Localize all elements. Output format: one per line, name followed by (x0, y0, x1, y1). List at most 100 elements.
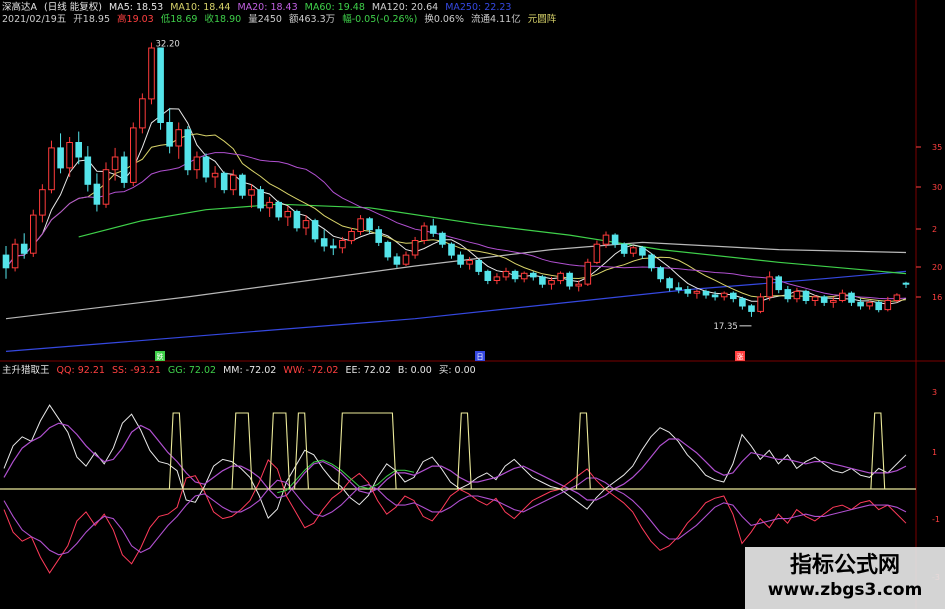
candle-body-up (348, 231, 355, 242)
candle (284, 206, 292, 227)
candle (866, 300, 873, 310)
candle (39, 184, 46, 223)
axis-tick-label: 16 (932, 293, 942, 302)
period-marker-label: 跌 (157, 352, 164, 361)
bar-change: 幅-0.05(-0.26%) (342, 14, 418, 25)
candle-body-up (502, 270, 510, 278)
candle (266, 196, 273, 217)
candle (730, 291, 737, 303)
bar-volume: 量2450 (248, 14, 282, 25)
candle (57, 133, 64, 174)
candle-body-down (748, 305, 755, 312)
candle (11, 238, 19, 272)
candle-body-down (375, 229, 382, 243)
candle (175, 122, 182, 159)
candle-body-up (584, 261, 592, 285)
candle-body-down (320, 238, 328, 247)
candle-body-down (657, 267, 664, 280)
candle-body-up (839, 292, 846, 302)
candle-body-down (393, 256, 401, 265)
candle-body-down (484, 270, 492, 281)
candle (530, 271, 537, 281)
mm-value: MM: -72.02 (223, 365, 277, 376)
candle-body-down (257, 189, 264, 209)
candle-body-up (720, 292, 728, 298)
bar-high: 高19.03 (117, 14, 154, 25)
candle-body-down (639, 247, 646, 256)
candle (330, 238, 337, 256)
watermark-url: www.zbgs3.com (767, 580, 923, 600)
candle-body-up (339, 240, 346, 249)
indicator-name[interactable]: 主升猎取王 (2, 365, 50, 376)
candle (566, 271, 573, 290)
candle-body-down (120, 156, 128, 183)
candle-body-down (448, 243, 455, 256)
candle-body-up (593, 243, 601, 263)
candle (720, 291, 728, 301)
candle-body-down (775, 276, 783, 291)
candle (211, 166, 219, 188)
bar-date: 2021/02/19五 (2, 14, 67, 25)
indicator-header: 主升猎取王 QQ: 92.21 SS: -93.21 GG: 72.02 MM:… (2, 365, 480, 377)
candle (748, 304, 755, 317)
candle (439, 231, 446, 248)
candle (557, 271, 564, 285)
timeframe-label[interactable]: (日线 能复权) (44, 2, 102, 13)
candle (75, 131, 83, 165)
candle (639, 246, 646, 259)
candle-body-down (275, 201, 282, 218)
candle (202, 153, 210, 183)
candle-body-down (20, 243, 28, 254)
period-marker-label: 日 (477, 353, 484, 361)
candle-body-down (511, 270, 519, 280)
candle-body-down (684, 289, 692, 294)
candle (348, 227, 355, 245)
candle (148, 42, 155, 105)
candle-body-up (766, 276, 773, 298)
ee-value: EE: 72.02 (345, 365, 391, 376)
candle-body-down (366, 218, 373, 231)
bar-turnover: 换0.06% (424, 14, 465, 25)
candle-body-down (2, 254, 10, 269)
candle-body-down (530, 272, 537, 278)
candle-body-down (802, 290, 810, 301)
ma120-label: MA120: 20.64 (371, 2, 439, 13)
candle (320, 229, 328, 252)
candle-body-up (48, 147, 55, 191)
candle-body-down (675, 287, 683, 291)
candle-body-down (157, 47, 164, 123)
candle (139, 93, 146, 134)
candle (66, 137, 73, 177)
candle-body-down (439, 232, 446, 245)
candle (30, 209, 37, 257)
candle-body-up (111, 156, 119, 171)
candle-body-up (893, 294, 901, 301)
candle (484, 269, 492, 285)
candle (93, 173, 101, 212)
candle (230, 169, 237, 196)
candle (775, 275, 783, 294)
candle-body-down (539, 276, 546, 285)
candle-body-up (575, 283, 583, 287)
candlestick-plot: 32.20 17.35 跌 日 涨 (2, 40, 910, 361)
candle (293, 209, 301, 232)
site-watermark: 指标公式网 www.zbgs3.com (745, 547, 945, 609)
candle (411, 236, 419, 259)
candle-body-up (420, 225, 428, 241)
stock-name[interactable]: 深高达A (2, 2, 37, 13)
candle-body-down (566, 272, 573, 287)
bar-low: 低18.69 (160, 14, 198, 25)
gg-value: GG: 72.02 (167, 365, 217, 376)
candle (393, 253, 401, 268)
candle (539, 275, 546, 288)
candle-body-up (284, 211, 292, 218)
candle (502, 267, 510, 281)
candle (275, 200, 282, 221)
chart-grid (0, 0, 945, 609)
candle (475, 258, 482, 276)
candle-body-down (702, 290, 710, 296)
candle-body-up (211, 172, 219, 178)
qq-value: QQ: 92.21 (56, 365, 105, 376)
candle-body-up (757, 296, 764, 312)
candle (511, 269, 519, 283)
